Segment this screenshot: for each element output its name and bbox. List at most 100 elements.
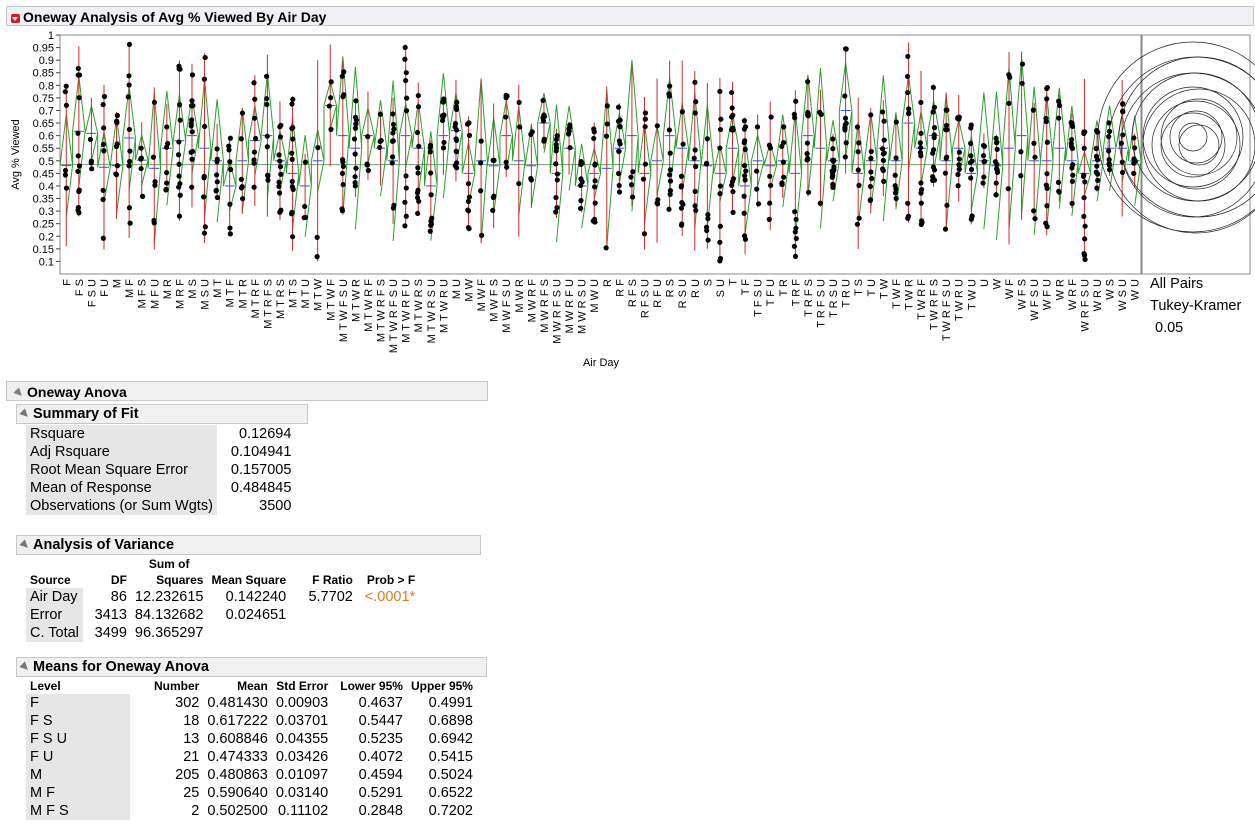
data-point xyxy=(741,193,747,199)
data-point xyxy=(479,232,485,238)
x-tick-label: T W R F xyxy=(916,279,928,320)
data-point xyxy=(62,167,69,174)
data-point xyxy=(567,145,573,151)
df-cell: 86 xyxy=(110,589,127,605)
data-point xyxy=(592,178,598,184)
data-point xyxy=(1093,169,1099,175)
data-point xyxy=(1131,170,1137,176)
data-point xyxy=(276,190,283,196)
col-df: DF xyxy=(110,573,127,587)
oneway-anova-header[interactable]: Oneway Anova xyxy=(6,381,488,401)
data-point xyxy=(554,177,560,183)
anova-variance-header[interactable]: Analysis of Variance xyxy=(16,535,481,555)
summary-value: 0.157005 xyxy=(230,462,292,478)
data-point xyxy=(615,104,622,110)
data-point xyxy=(968,166,975,173)
data-point xyxy=(1019,80,1025,87)
data-point xyxy=(943,107,949,113)
x-tick-label: T W R U xyxy=(954,279,966,321)
data-point xyxy=(1018,173,1024,179)
x-tick-label: M T W R S U xyxy=(426,279,438,343)
data-point xyxy=(415,170,421,176)
data-point xyxy=(251,115,258,121)
x-tick-label: M T W F xyxy=(325,279,337,321)
disclosure-icon[interactable] xyxy=(13,387,25,399)
data-point xyxy=(956,162,962,168)
x-tick-label: R xyxy=(602,279,614,287)
data-point xyxy=(679,199,685,206)
data-point xyxy=(265,172,271,178)
data-point xyxy=(678,173,685,179)
data-point xyxy=(175,152,182,158)
data-point xyxy=(842,46,849,52)
x-tick-label: T F U xyxy=(765,279,777,306)
col-p: Prob > F xyxy=(366,573,416,587)
data-point xyxy=(881,137,887,143)
disclosure-icon[interactable] xyxy=(19,408,31,420)
data-point xyxy=(189,98,195,104)
data-point xyxy=(403,77,409,84)
data-point xyxy=(265,177,271,183)
data-point xyxy=(251,160,257,166)
x-tick-label: F S U xyxy=(86,279,98,307)
anova-variance-table: Sum of Source DF Squares Mean Square F R… xyxy=(26,556,419,642)
y-tick-label: 0.35 xyxy=(33,194,54,206)
data-point xyxy=(377,111,383,117)
disclosure-icon[interactable] xyxy=(19,661,31,673)
data-point xyxy=(214,159,220,165)
data-point xyxy=(340,163,347,170)
data-point xyxy=(968,175,974,181)
report-title-bar[interactable]: Oneway Analysis of Avg % Viewed By Air D… xyxy=(6,6,1254,26)
x-tick-label: M T W R F S xyxy=(376,279,388,342)
x-tick-label: M W R F U xyxy=(564,279,576,333)
source-cell: C. Total xyxy=(26,624,83,642)
report-title: Oneway Analysis of Avg % Viewed By Air D… xyxy=(23,9,327,25)
data-point xyxy=(666,93,673,99)
data-point xyxy=(791,243,797,249)
means-header[interactable]: Means for Oneway Anova xyxy=(16,657,487,677)
anova-row: Error 3413 84.132682 0.024651 xyxy=(26,606,419,624)
level-cell: F S xyxy=(26,712,130,730)
upper-cell: 0.5024 xyxy=(428,767,473,783)
data-point xyxy=(704,136,710,142)
stderr-cell: 0.01097 xyxy=(275,767,329,783)
data-point xyxy=(755,201,762,207)
x-tick-label: R U xyxy=(690,279,702,298)
data-point xyxy=(138,145,144,151)
data-point xyxy=(201,173,207,179)
data-point xyxy=(328,95,334,101)
x-tick-label: M W F S xyxy=(489,279,501,322)
summary-label: Mean of Response xyxy=(26,479,217,497)
data-point xyxy=(289,234,296,240)
x-tick-label: M W R F S U xyxy=(552,279,564,344)
x-tick-label: M T W xyxy=(313,278,325,311)
upper-cell: 0.6942 xyxy=(428,731,473,747)
data-point xyxy=(981,174,987,180)
data-point xyxy=(578,198,584,204)
data-point xyxy=(114,163,120,169)
disclosure-icon[interactable] xyxy=(19,539,31,551)
data-point xyxy=(1032,154,1038,160)
data-point xyxy=(100,101,106,108)
data-point xyxy=(717,88,723,95)
data-point xyxy=(315,145,321,151)
data-point xyxy=(868,155,874,161)
data-point xyxy=(87,136,94,143)
data-point xyxy=(993,192,999,198)
red-triangle-menu-icon[interactable] xyxy=(11,14,20,23)
data-point xyxy=(416,143,422,149)
x-tick-label: M xyxy=(112,279,124,288)
summary-fit-header[interactable]: Summary of Fit xyxy=(16,404,308,424)
x-tick-label: T W F xyxy=(891,279,903,309)
data-point xyxy=(842,121,848,128)
data-point xyxy=(414,194,421,201)
data-point xyxy=(264,101,270,107)
data-point xyxy=(101,93,108,100)
data-point xyxy=(465,207,471,213)
data-point xyxy=(390,138,396,144)
data-point xyxy=(540,114,546,121)
data-point xyxy=(464,121,471,127)
df-cell: 3499 xyxy=(94,625,127,641)
data-point xyxy=(1018,149,1024,155)
x-tick-label: M U xyxy=(451,279,463,299)
